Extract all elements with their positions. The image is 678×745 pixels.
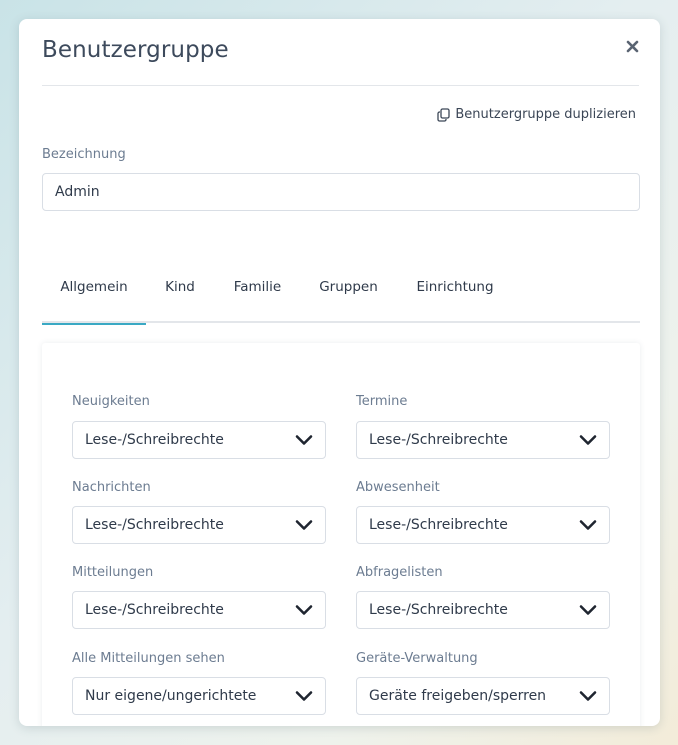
perm-label-abwesenheit: Abwesenheit [356, 480, 440, 495]
close-button[interactable] [622, 36, 642, 56]
chevron-down-icon [295, 605, 313, 615]
select-value: Geräte freigeben/sperren [369, 688, 547, 704]
select-abfragelisten[interactable]: Lese-/Schreibrechte [356, 591, 610, 629]
tab-kind[interactable]: Kind [146, 259, 214, 323]
perm-label-neuigkeiten: Neuigkeiten [72, 394, 150, 409]
select-alle-mitteilungen[interactable]: Nur eigene/ungerichtete [72, 677, 326, 715]
perm-label-alle-mitteilungen: Alle Mitteilungen sehen [72, 651, 225, 666]
perm-label-nachrichten: Nachrichten [72, 480, 151, 495]
tab-bar: Allgemein Kind Familie Gruppen Einrichtu… [42, 259, 640, 325]
perm-label-geraete-verwaltung: Geräte-Verwaltung [356, 651, 478, 666]
name-field-label: Bezeichnung [42, 147, 126, 162]
benutzergruppe-dialog: Benutzergruppe Benutzergruppe dupliziere… [19, 19, 660, 726]
duplicate-button[interactable]: Benutzergruppe duplizieren [437, 107, 636, 122]
chevron-down-icon [579, 605, 597, 615]
perm-label-mitteilungen: Mitteilungen [72, 565, 154, 580]
chevron-down-icon [295, 520, 313, 530]
dialog-title: Benutzergruppe [42, 37, 229, 63]
chevron-down-icon [295, 435, 313, 445]
select-neuigkeiten[interactable]: Lese-/Schreibrechte [72, 421, 326, 459]
select-abwesenheit[interactable]: Lese-/Schreibrechte [356, 506, 610, 544]
perm-label-abfragelisten: Abfragelisten [356, 565, 443, 580]
permissions-panel: Neuigkeiten Lese-/Schreibrechte Termine … [42, 343, 640, 726]
close-icon [626, 40, 638, 52]
select-mitteilungen[interactable]: Lese-/Schreibrechte [72, 591, 326, 629]
chevron-down-icon [295, 691, 313, 701]
select-nachrichten[interactable]: Lese-/Schreibrechte [72, 506, 326, 544]
select-value: Lese-/Schreibrechte [85, 432, 224, 448]
tab-einrichtung[interactable]: Einrichtung [396, 259, 514, 323]
tab-gruppen[interactable]: Gruppen [301, 259, 396, 323]
copy-icon [437, 107, 451, 122]
name-input[interactable] [42, 173, 640, 211]
select-value: Nur eigene/ungerichtete [85, 688, 257, 704]
select-value: Lese-/Schreibrechte [85, 602, 224, 618]
select-termine[interactable]: Lese-/Schreibrechte [356, 421, 610, 459]
chevron-down-icon [579, 691, 597, 701]
duplicate-label: Benutzergruppe duplizieren [455, 107, 636, 122]
perm-label-termine: Termine [356, 394, 408, 409]
chevron-down-icon [579, 435, 597, 445]
tab-allgemein[interactable]: Allgemein [42, 259, 146, 325]
tab-familie[interactable]: Familie [214, 259, 301, 323]
select-value: Lese-/Schreibrechte [369, 602, 508, 618]
header-divider [42, 85, 639, 86]
chevron-down-icon [579, 520, 597, 530]
select-value: Lese-/Schreibrechte [369, 517, 508, 533]
select-geraete-verwaltung[interactable]: Geräte freigeben/sperren [356, 677, 610, 715]
select-value: Lese-/Schreibrechte [369, 432, 508, 448]
select-value: Lese-/Schreibrechte [85, 517, 224, 533]
